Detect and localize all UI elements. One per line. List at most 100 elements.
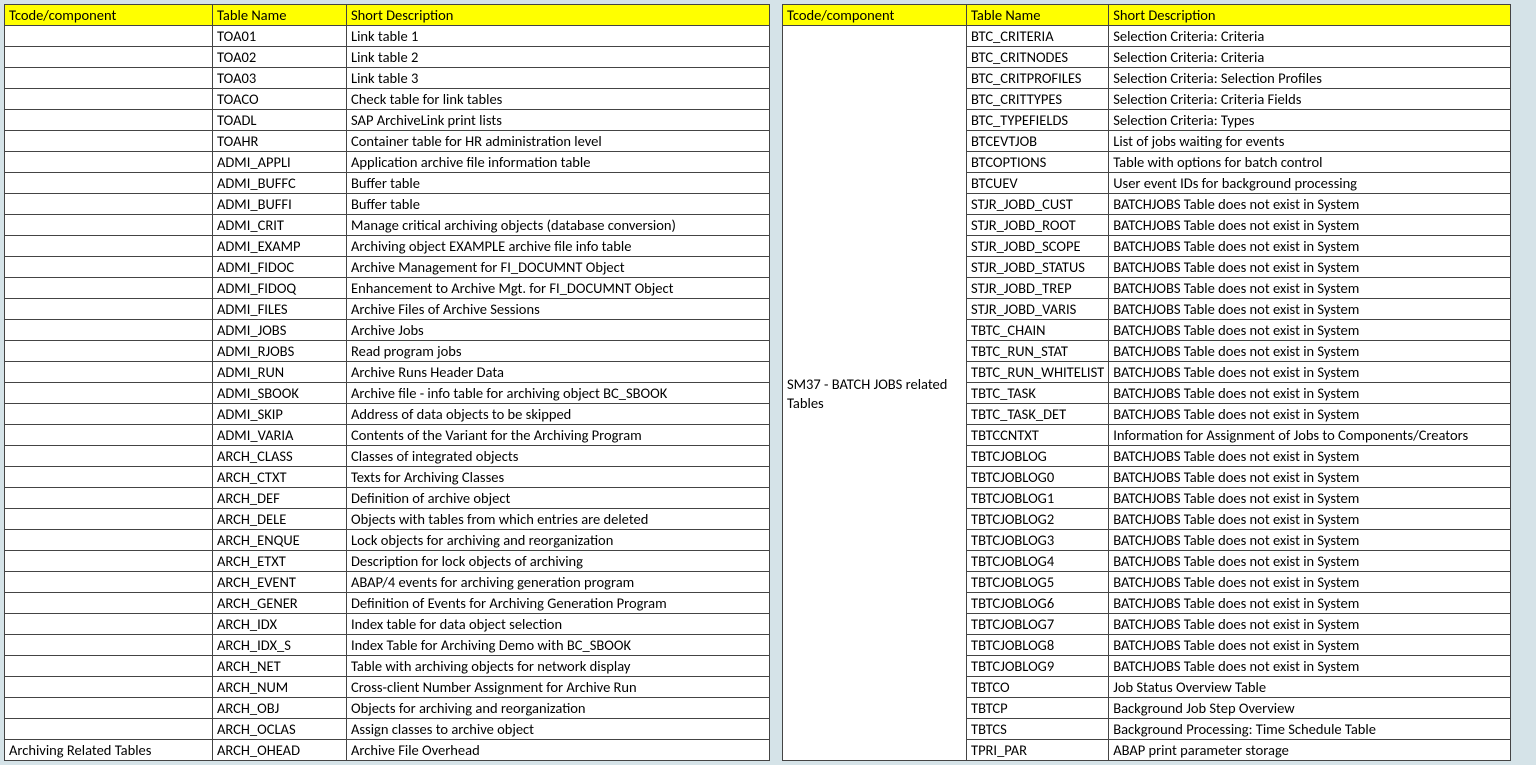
table-name-cell: TOACO [213,89,347,110]
table-name-cell: ARCH_IDX [213,614,347,635]
description-cell: BATCHJOBS Table does not exist in System [1109,551,1511,572]
component-cell [5,530,213,551]
description-cell: Application archive file information tab… [347,152,770,173]
header-comp: Tcode/component [783,5,967,26]
component-cell [5,656,213,677]
description-cell: BATCHJOBS Table does not exist in System [1109,572,1511,593]
table-name-cell: TBTC_TASK_DET [967,404,1109,425]
table-name-cell: STJR_JOBD_CUST [967,194,1109,215]
component-cell [5,26,213,47]
component-cell [5,593,213,614]
table-row: ADMI_JOBSArchive Jobs [5,320,770,341]
component-cell [5,89,213,110]
table-name-cell: TBTCCNTXT [967,425,1109,446]
table-name-cell: ARCH_IDX_S [213,635,347,656]
component-cell [5,551,213,572]
description-cell: Archive Management for FI_DOCUMNT Object [347,257,770,278]
description-cell: Objects with tables from which entries a… [347,509,770,530]
description-cell: Table with archiving objects for network… [347,656,770,677]
table-name-cell: ADMI_RUN [213,362,347,383]
component-cell [5,47,213,68]
table-name-cell: ARCH_ENQUE [213,530,347,551]
table-name-cell: BTC_TYPEFIELDS [967,110,1109,131]
component-cell [5,215,213,236]
description-cell: Container table for HR administration le… [347,131,770,152]
component-cell: SM37 - BATCH JOBS related Tables [783,26,967,761]
table-name-cell: BTCOPTIONS [967,152,1109,173]
table-name-cell: TBTCJOBLOG0 [967,467,1109,488]
table-row: TOA02Link table 2 [5,47,770,68]
header-row: Tcode/component Table Name Short Descrip… [783,5,1511,26]
table-name-cell: TBTCJOBLOG1 [967,488,1109,509]
table-name-cell: TOAHR [213,131,347,152]
description-cell: List of jobs waiting for events [1109,131,1511,152]
table-row: ADMI_EXAMPArchiving object EXAMPLE archi… [5,236,770,257]
description-cell: Buffer table [347,173,770,194]
table-name-cell: ADMI_SBOOK [213,383,347,404]
table-row: ADMI_RUNArchive Runs Header Data [5,362,770,383]
description-cell: BATCHJOBS Table does not exist in System [1109,299,1511,320]
table-name-cell: TBTCP [967,698,1109,719]
description-cell: Selection Criteria: Selection Profiles [1109,68,1511,89]
table-name-cell: BTC_CRITPROFILES [967,68,1109,89]
description-cell: Contents of the Variant for the Archivin… [347,425,770,446]
component-cell [5,257,213,278]
table-row: ARCH_IDXIndex table for data object sele… [5,614,770,635]
description-cell: Job Status Overview Table [1109,677,1511,698]
table-name-cell: TBTCJOBLOG9 [967,656,1109,677]
table-name-cell: TOADL [213,110,347,131]
table-row: ADMI_BUFFCBuffer table [5,173,770,194]
description-cell: Link table 2 [347,47,770,68]
component-cell [5,383,213,404]
table-name-cell: TBTCJOBLOG8 [967,635,1109,656]
component-cell [5,131,213,152]
table-name-cell: TBTCJOBLOG3 [967,530,1109,551]
table-row: Archiving Related TablesARCH_OHEADArchiv… [5,740,770,761]
table-row: ARCH_CTXTTexts for Archiving Classes [5,467,770,488]
component-cell [5,362,213,383]
description-cell: Manage critical archiving objects (datab… [347,215,770,236]
table-row: ADMI_CRITManage critical archiving objec… [5,215,770,236]
table-row: TOA03Link table 3 [5,68,770,89]
component-cell [5,425,213,446]
description-cell: User event IDs for background processing [1109,173,1511,194]
header-name: Table Name [213,5,347,26]
component-cell [5,110,213,131]
component-cell [5,68,213,89]
component-cell: Archiving Related Tables [5,740,213,761]
table-row: ADMI_BUFFIBuffer table [5,194,770,215]
table-row: ARCH_ETXTDescription for lock objects of… [5,551,770,572]
table-name-cell: TBTCS [967,719,1109,740]
table-name-cell: ARCH_ETXT [213,551,347,572]
component-cell [5,614,213,635]
table-row: ARCH_OCLASAssign classes to archive obje… [5,719,770,740]
table-row: ARCH_CLASSClasses of integrated objects [5,446,770,467]
table-name-cell: ADMI_VARIA [213,425,347,446]
table-name-cell: ADMI_JOBS [213,320,347,341]
description-cell: BATCHJOBS Table does not exist in System [1109,215,1511,236]
table-row: ADMI_SBOOKArchive file - info table for … [5,383,770,404]
description-cell: ABAP/4 events for archiving generation p… [347,572,770,593]
table-name-cell: TBTC_RUN_WHITELIST [967,362,1109,383]
description-cell: BATCHJOBS Table does not exist in System [1109,362,1511,383]
component-cell [5,446,213,467]
description-cell: Archive file - info table for archiving … [347,383,770,404]
table-name-cell: TBTC_CHAIN [967,320,1109,341]
table-name-cell: ARCH_CLASS [213,446,347,467]
description-cell: Table with options for batch control [1109,152,1511,173]
description-cell: Archive Jobs [347,320,770,341]
table-name-cell: ARCH_OBJ [213,698,347,719]
component-cell [5,719,213,740]
description-cell: BATCHJOBS Table does not exist in System [1109,593,1511,614]
table-name-cell: ARCH_DEF [213,488,347,509]
right-table: Tcode/component Table Name Short Descrip… [782,4,1511,761]
description-cell: BATCHJOBS Table does not exist in System [1109,614,1511,635]
table-row: TOADLSAP ArchiveLink print lists [5,110,770,131]
table-name-cell: TPRI_PAR [967,740,1109,761]
description-cell: Link table 3 [347,68,770,89]
table-name-cell: BTCEVTJOB [967,131,1109,152]
description-cell: Definition of archive object [347,488,770,509]
description-cell: Enhancement to Archive Mgt. for FI_DOCUM… [347,278,770,299]
table-name-cell: TBTC_RUN_STAT [967,341,1109,362]
table-row: ADMI_FIDOQEnhancement to Archive Mgt. fo… [5,278,770,299]
